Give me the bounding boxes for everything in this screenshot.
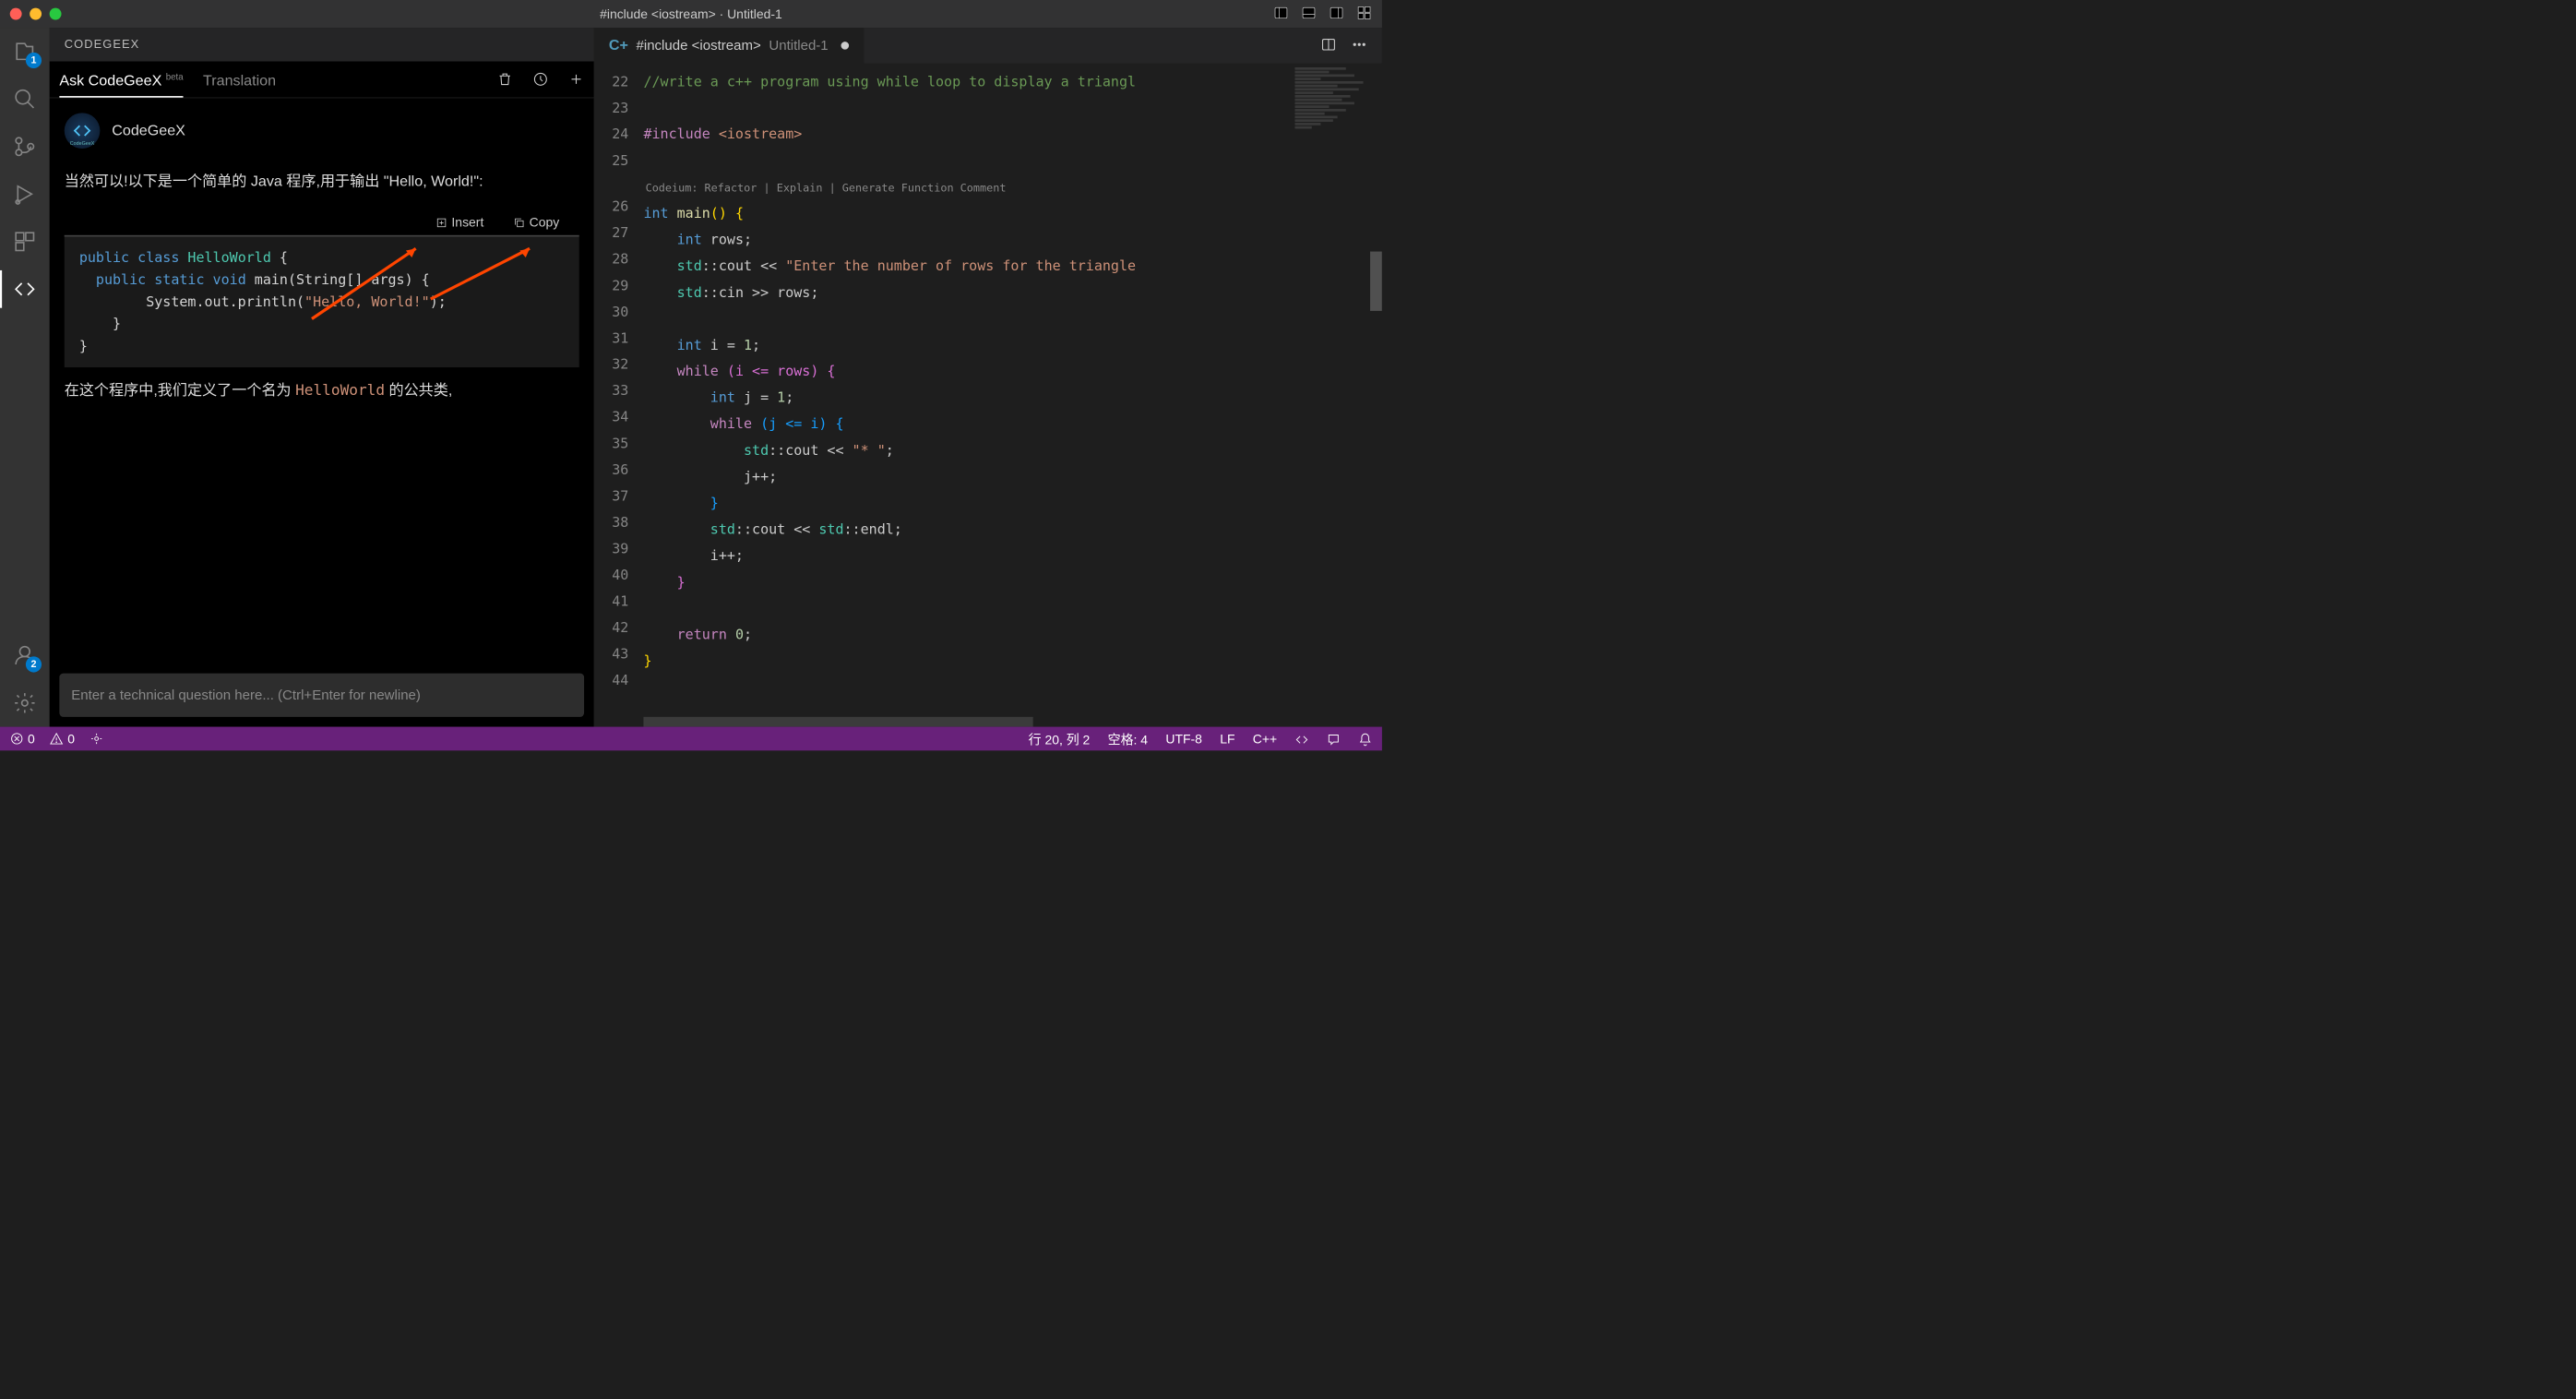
maximize-window-button[interactable] bbox=[50, 8, 62, 20]
activity-bar: 1 2 bbox=[0, 28, 50, 727]
codegeex-panel: Ask CodeGeeX beta Translation CodeGeeX C… bbox=[50, 62, 594, 727]
toggle-primary-sidebar-icon[interactable] bbox=[1273, 5, 1289, 23]
tab-filename: #include <iostream> bbox=[637, 38, 761, 54]
accounts-icon[interactable]: 2 bbox=[11, 641, 39, 669]
editor-tab[interactable]: C+ #include <iostream> Untitled-1 bbox=[594, 28, 865, 64]
vertical-scrollbar[interactable] bbox=[1370, 252, 1382, 311]
accounts-badge: 2 bbox=[26, 656, 42, 672]
tab-filename-dim: Untitled-1 bbox=[769, 38, 828, 54]
statusbar: 0 0 行 20, 列 2 空格: 4 UTF-8 LF C++ bbox=[0, 727, 1382, 751]
code-block[interactable]: public class HelloWorld { public static … bbox=[65, 235, 579, 367]
search-icon[interactable] bbox=[11, 85, 39, 113]
source-control-icon[interactable] bbox=[11, 133, 39, 161]
dirty-indicator-icon bbox=[841, 42, 850, 50]
horizontal-scrollbar[interactable] bbox=[643, 717, 1293, 727]
history-icon[interactable] bbox=[532, 71, 548, 90]
customize-layout-icon[interactable] bbox=[1356, 5, 1372, 23]
status-codegeex-icon[interactable] bbox=[1294, 731, 1308, 747]
code-editor[interactable]: //write a c++ program using while loop t… bbox=[643, 64, 1293, 727]
status-indent[interactable]: 空格: 4 bbox=[1108, 730, 1148, 748]
layout-controls bbox=[1273, 5, 1372, 23]
codegeex-tabs: Ask CodeGeeX beta Translation bbox=[50, 62, 594, 99]
minimap[interactable] bbox=[1293, 64, 1382, 727]
status-errors[interactable]: 0 bbox=[10, 731, 35, 747]
sidebar: CODEGEEX Ask CodeGeeX beta Translation C… bbox=[50, 28, 594, 727]
split-editor-icon[interactable] bbox=[1320, 36, 1336, 54]
response-text: 当然可以!以下是一个简单的 Java 程序,用于输出 "Hello, World… bbox=[65, 168, 579, 195]
toggle-secondary-sidebar-icon[interactable] bbox=[1329, 5, 1344, 23]
bot-avatar-icon: CodeGeeX bbox=[65, 113, 101, 149]
insert-code-button[interactable]: Insert bbox=[435, 215, 483, 231]
chat-input-row bbox=[50, 664, 594, 727]
codegeex-icon[interactable] bbox=[11, 275, 39, 303]
settings-gear-icon[interactable] bbox=[11, 689, 39, 717]
minimize-window-button[interactable] bbox=[30, 8, 42, 20]
bot-header: CodeGeeX CodeGeeX bbox=[65, 113, 579, 149]
extensions-icon[interactable] bbox=[11, 228, 39, 256]
close-window-button[interactable] bbox=[10, 8, 22, 20]
codelens[interactable]: Codeium: Refactor | Explain | Generate F… bbox=[643, 182, 1006, 194]
status-notifications-icon[interactable] bbox=[1358, 731, 1372, 747]
window-title: #include <iostream> · Untitled-1 bbox=[600, 6, 782, 22]
explorer-badge: 1 bbox=[26, 53, 42, 68]
status-cursor-position[interactable]: 行 20, 列 2 bbox=[1029, 730, 1091, 748]
run-debug-icon[interactable] bbox=[11, 180, 39, 208]
explorer-icon[interactable]: 1 bbox=[11, 38, 39, 66]
copy-code-button[interactable]: Copy bbox=[514, 215, 560, 231]
chat-content: CodeGeeX CodeGeeX 当然可以!以下是一个简单的 Java 程序,… bbox=[50, 98, 594, 664]
tab-translation[interactable]: Translation bbox=[203, 72, 276, 97]
status-language[interactable]: C++ bbox=[1253, 731, 1277, 747]
status-ports-icon[interactable] bbox=[89, 732, 103, 746]
editor-area: C+ #include <iostream> Untitled-1 22 23 … bbox=[594, 28, 1382, 727]
status-encoding[interactable]: UTF-8 bbox=[1165, 731, 1202, 747]
status-feedback-icon[interactable] bbox=[1327, 731, 1341, 747]
code-block-wrapper: Insert Copy public class HelloWorld { p bbox=[65, 209, 579, 367]
more-actions-icon[interactable] bbox=[1352, 36, 1367, 54]
editor-body[interactable]: 22 23 24 25 26 27 28 29 30 31 32 33 34 3… bbox=[594, 64, 1382, 727]
sidebar-title: CODEGEEX bbox=[50, 28, 594, 61]
line-gutter: 22 23 24 25 26 27 28 29 30 31 32 33 34 3… bbox=[594, 64, 644, 727]
new-chat-icon[interactable] bbox=[568, 71, 584, 90]
editor-tabs: C+ #include <iostream> Untitled-1 bbox=[594, 28, 1382, 64]
toggle-panel-icon[interactable] bbox=[1301, 5, 1317, 23]
cpp-file-icon: C+ bbox=[609, 37, 628, 54]
delete-icon[interactable] bbox=[497, 71, 513, 90]
response-text-2: 在这个程序中,我们定义了一个名为 HelloWorld 的公共类, bbox=[65, 377, 579, 404]
chat-input[interactable] bbox=[59, 674, 584, 717]
traffic-lights bbox=[10, 8, 62, 20]
status-eol[interactable]: LF bbox=[1220, 731, 1234, 747]
status-warnings[interactable]: 0 bbox=[50, 731, 75, 747]
tab-ask-codegeex[interactable]: Ask CodeGeeX beta bbox=[59, 72, 183, 97]
titlebar: #include <iostream> · Untitled-1 bbox=[0, 0, 1382, 28]
bot-name: CodeGeeX bbox=[112, 123, 185, 139]
